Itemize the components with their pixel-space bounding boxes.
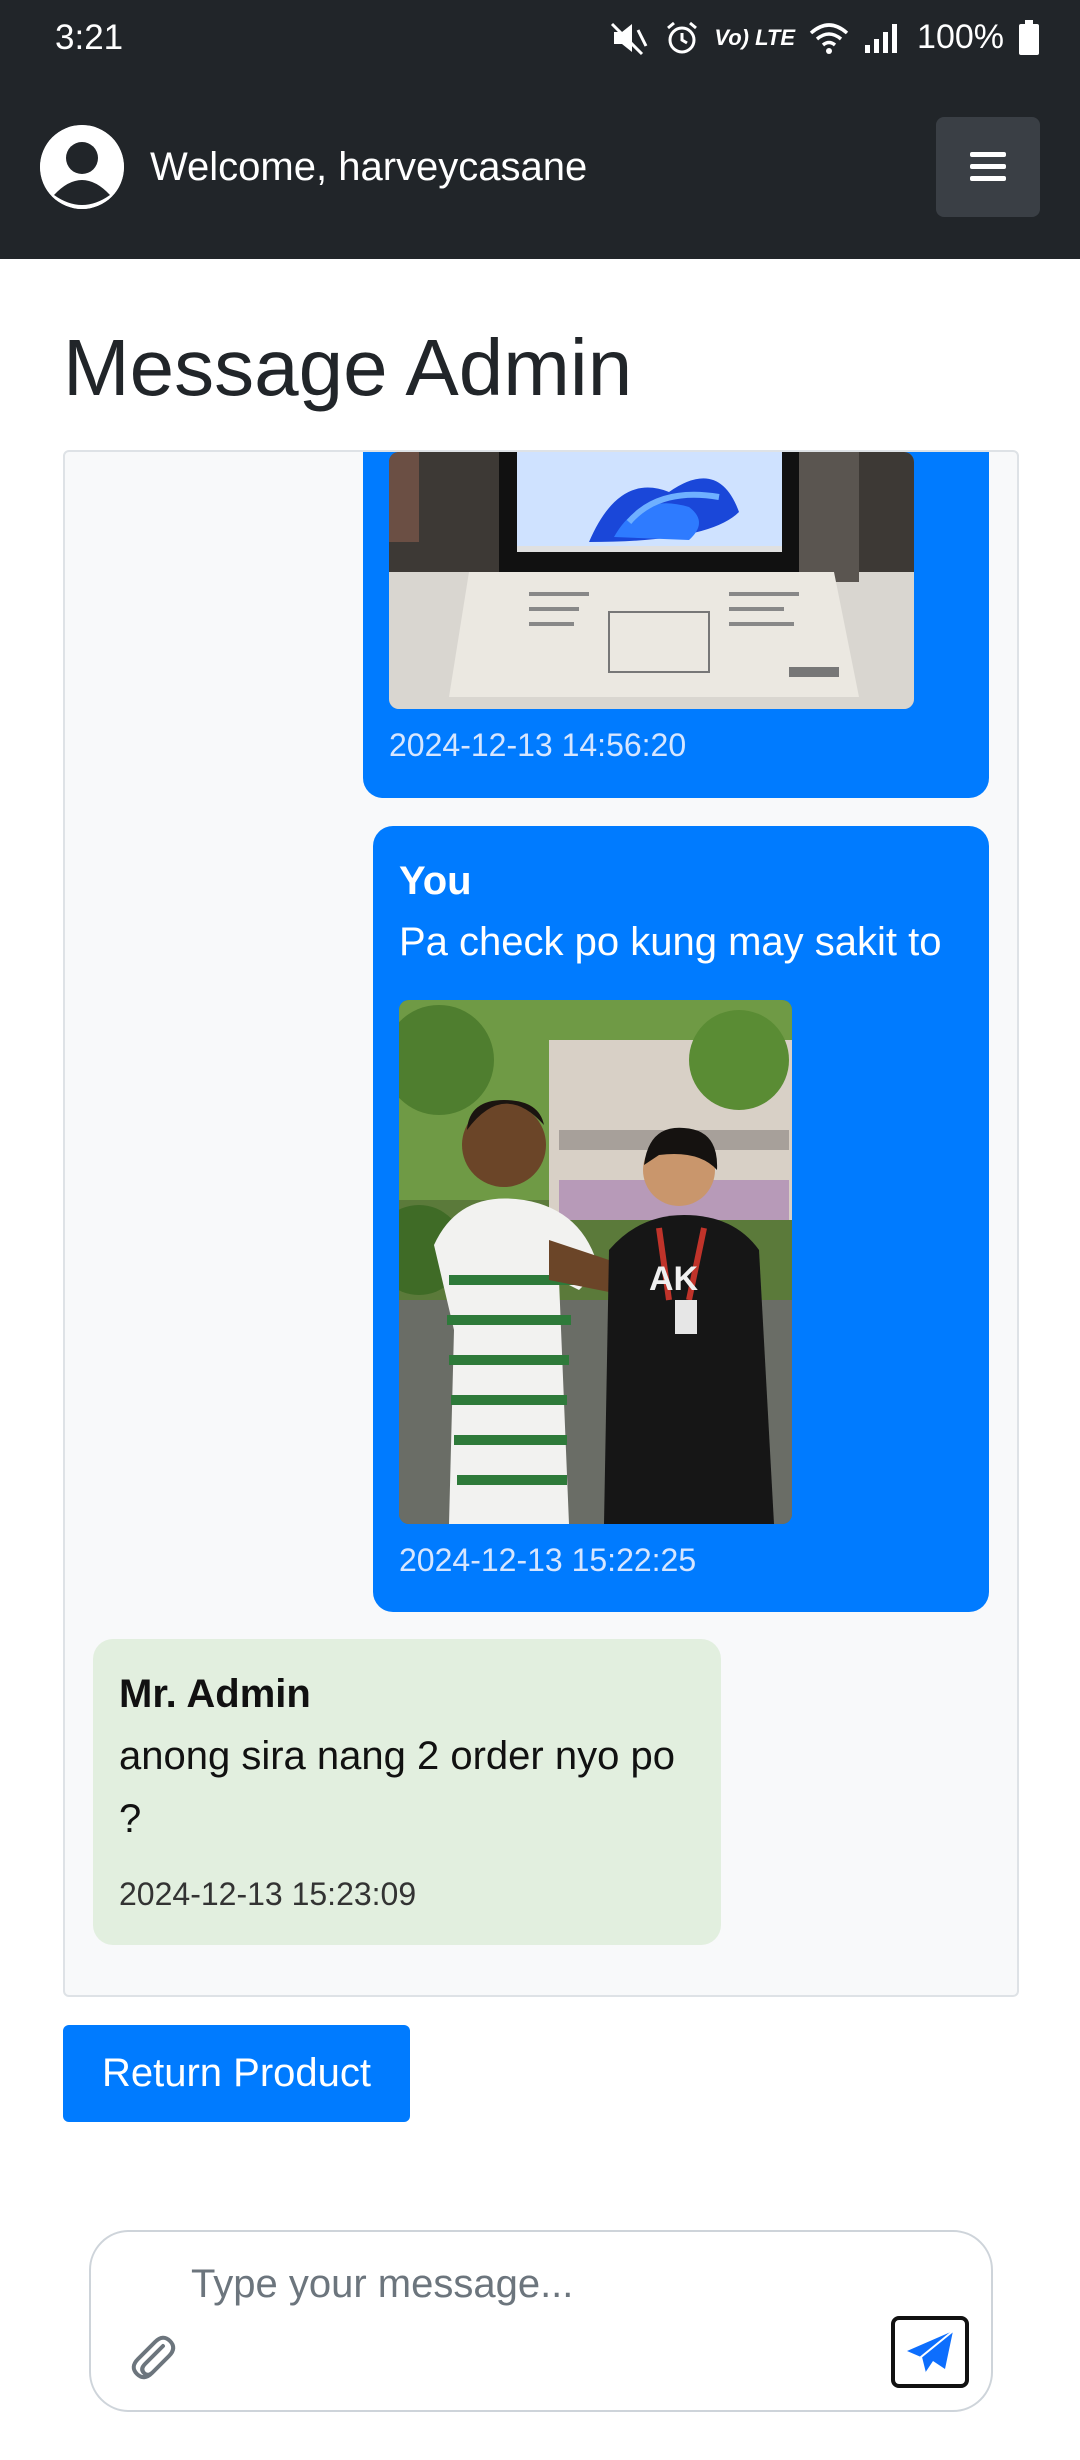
- laptop-photo[interactable]: [389, 452, 914, 709]
- signal-icon: [863, 21, 903, 55]
- paperclip-icon[interactable]: [127, 2332, 177, 2382]
- message-timestamp: 2024-12-13 15:23:09: [119, 1876, 417, 1912]
- message-sender: Mr. Admin: [119, 1672, 311, 1716]
- message-bubble-user: You Pa check po kung may sakit to AK 202…: [373, 826, 989, 1612]
- alarm-icon: [664, 20, 700, 56]
- hamburger-icon: [970, 152, 1006, 181]
- message-timestamp: 2024-12-13 15:22:25: [399, 1542, 697, 1578]
- message-input[interactable]: [191, 2262, 791, 2322]
- message-text: anong sira nang 2 order nyo po: [119, 1734, 675, 1778]
- battery-percent: 100%: [917, 18, 1004, 56]
- return-product-button[interactable]: Return Product: [63, 2025, 410, 2122]
- send-button[interactable]: [891, 2316, 969, 2388]
- paper-plane-icon: [907, 2330, 954, 2374]
- user-avatar-icon[interactable]: [40, 125, 124, 209]
- menu-button[interactable]: [936, 117, 1040, 217]
- message-bubble-admin: Mr. Admin anong sira nang 2 order nyo po…: [93, 1639, 721, 1945]
- message-composer: [89, 2230, 993, 2412]
- svg-text:AK: AK: [649, 1260, 699, 1298]
- status-time: 3:21: [55, 17, 124, 57]
- message-timestamp: 2024-12-13 14:56:20: [389, 727, 687, 763]
- message-sender: You: [399, 859, 472, 903]
- status-icons: Vo) LTE 100%: [610, 18, 1040, 57]
- message-bubble-user: 2024-12-13 14:56:20: [363, 452, 989, 798]
- volte-icon: Vo) LTE: [714, 24, 796, 50]
- message-text: Pa check po kung may sakit to: [399, 920, 942, 964]
- battery-icon: [1018, 19, 1040, 56]
- page-title: Message Admin: [63, 323, 633, 412]
- welcome-text: Welcome, harveycasane: [150, 144, 588, 189]
- top-navbar: Welcome, harveycasane: [0, 75, 1080, 259]
- message-text-continued: ?: [119, 1797, 142, 1841]
- people-photo[interactable]: AK: [399, 1000, 792, 1524]
- mute-icon: [610, 20, 650, 56]
- status-bar: 3:21 Vo) LTE 100%: [0, 0, 1080, 75]
- chat-messages-container[interactable]: 2024-12-13 14:56:20 You Pa check po kung…: [63, 450, 1019, 1997]
- wifi-icon: [809, 21, 849, 55]
